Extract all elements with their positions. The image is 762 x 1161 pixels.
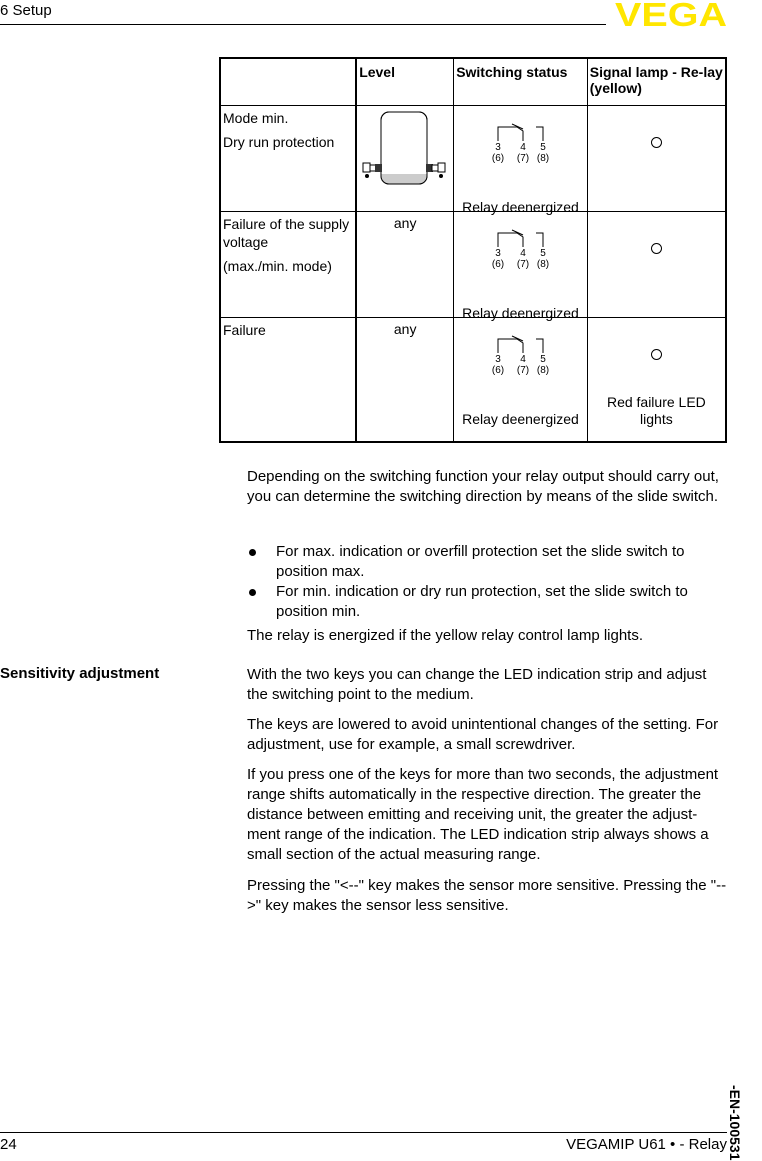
terminal-label: 4 <box>521 142 527 153</box>
level-cell <box>355 105 455 212</box>
paragraph: The keys are lowered to avoid unintentio… <box>247 716 719 753</box>
sensitivity-paragraph: With the two keys you can change the LED… <box>247 665 729 705</box>
footer-divider <box>0 1132 727 1133</box>
terminal-alt-label: (6) <box>492 259 504 269</box>
terminal-alt-label: (6) <box>492 365 504 375</box>
terminal-label: 5 <box>541 354 547 365</box>
condition-cell: Failure of the supply voltage (max./min.… <box>218 211 357 318</box>
condition-line: Failure of the supply voltage <box>223 216 350 250</box>
sensitivity-paragraph: If you press one of the keys for more th… <box>247 765 729 865</box>
sensor-left-icon <box>362 162 383 178</box>
terminal-label: 5 <box>541 248 547 259</box>
table-header-row: Level Switching status Signal lamp - Re-… <box>218 57 727 106</box>
bullet-list: For max. indication or overfill protecti… <box>247 542 729 622</box>
paragraph: Pressing the "<--" key makes the sensor … <box>247 877 727 914</box>
header-cell-switching-status: Switching status <box>453 57 588 106</box>
relay-contact-open-icon: 3 4 5 (6) (7) (8) <box>492 123 550 163</box>
switching-intro: Depending on the switching function your… <box>247 467 729 507</box>
signal-lamp-cell <box>586 211 727 318</box>
condition-cell: Mode min. Dry run protection <box>218 105 357 212</box>
bullet-icon <box>249 549 256 556</box>
table-row: Mode min. Dry run protection 3 4 5 (6) (… <box>218 105 727 215</box>
terminal-label: 3 <box>496 248 502 259</box>
product-name: VEGAMIP U61 • - Relay <box>566 1136 727 1153</box>
header-cell-condition <box>218 57 357 106</box>
header-divider <box>0 24 606 25</box>
document-id: -EN-100531 <box>727 1085 743 1161</box>
logo-text: VEGA <box>615 0 727 28</box>
condition-line: (max./min. mode) <box>223 258 332 274</box>
switching-status-cell: 3 4 5 (6) (7) (8) Relay deenergized <box>453 105 588 215</box>
terminal-alt-label: (7) <box>517 259 529 269</box>
page-number: 24 <box>0 1136 17 1153</box>
terminal-label: 3 <box>496 354 502 365</box>
relay-status-text: Relay deenergized <box>462 199 579 215</box>
terminal-alt-label: (8) <box>537 365 549 375</box>
signal-lamp-off-icon <box>650 349 662 360</box>
sensitivity-paragraph: Pressing the "<--" key makes the sensor … <box>247 876 729 916</box>
signal-lamp-off-icon <box>650 243 662 254</box>
section-heading-sensitivity: Sensitivity adjustment <box>0 665 160 682</box>
terminal-label: 3 <box>496 142 502 153</box>
paragraph: With the two keys you can change the LED… <box>247 666 707 703</box>
section-title: 6 Setup <box>0 2 52 19</box>
terminal-label: 4 <box>521 248 527 259</box>
switching-status-cell: 3 4 5 (6) (7) (8) Relay deenergized <box>453 211 588 321</box>
signal-lamp-off-icon <box>650 137 662 148</box>
relay-note: The relay is energized if the yellow rel… <box>247 626 729 646</box>
header-cell-level: Level <box>355 57 455 106</box>
list-item: For min. indication or dry run protectio… <box>247 582 729 622</box>
terminal-alt-label: (8) <box>537 259 549 269</box>
vega-logo: VEGA <box>615 0 727 28</box>
paragraph: Depending on the switching function your… <box>247 468 719 505</box>
paragraph: The relay is energized if the yellow rel… <box>247 627 644 644</box>
terminal-alt-label: (8) <box>537 153 549 163</box>
condition-line: Failure <box>223 322 266 338</box>
condition-line: Mode min. <box>223 110 289 126</box>
signal-lamp-cell: Red failure LED lights <box>586 317 727 443</box>
bullet-icon <box>249 589 256 596</box>
relay-status-text: Relay deenergized <box>462 411 579 427</box>
vessel-with-sensors-empty-icon <box>362 111 446 185</box>
terminal-label: 5 <box>541 142 547 153</box>
terminal-label: 4 <box>521 354 527 365</box>
condition-line: Dry run protection <box>223 134 335 150</box>
sensor-right-icon <box>426 162 446 178</box>
signal-lamp-cell <box>586 105 727 212</box>
relay-contact-open-icon: 3 4 5 (6) (7) (8) <box>492 335 550 375</box>
condition-cell: Failure <box>218 317 357 443</box>
relay-status-text: Relay deenergized <box>462 305 579 321</box>
terminal-alt-label: (6) <box>492 153 504 163</box>
switching-status-cell: 3 4 5 (6) (7) (8) Relay deenergized <box>453 317 588 443</box>
terminal-alt-label: (7) <box>517 153 529 163</box>
table-row: Failure of the supply voltage (max./min.… <box>218 211 727 321</box>
relay-status-table: Level Switching status Signal lamp - Re-… <box>218 57 727 443</box>
lamp-caption: Red failure LED lights <box>606 394 706 427</box>
relay-contact-open-icon: 3 4 5 (6) (7) (8) <box>492 229 550 269</box>
level-cell: any <box>355 211 455 318</box>
list-item-text: For min. indication or dry run protectio… <box>276 583 688 620</box>
list-item: For max. indication or overfill protecti… <box>247 542 729 582</box>
list-item-text: For max. indication or overfill protecti… <box>276 543 685 580</box>
level-cell: any <box>355 317 455 443</box>
terminal-alt-label: (7) <box>517 365 529 375</box>
sensitivity-paragraph: The keys are lowered to avoid unintentio… <box>247 715 729 755</box>
paragraph: If you press one of the keys for more th… <box>247 766 719 863</box>
header-cell-signal-lamp: Signal lamp - Re-lay (yellow) <box>586 57 727 106</box>
table-row: Failure any 3 4 5 (6) (7) (8) Relay deen… <box>218 317 727 443</box>
